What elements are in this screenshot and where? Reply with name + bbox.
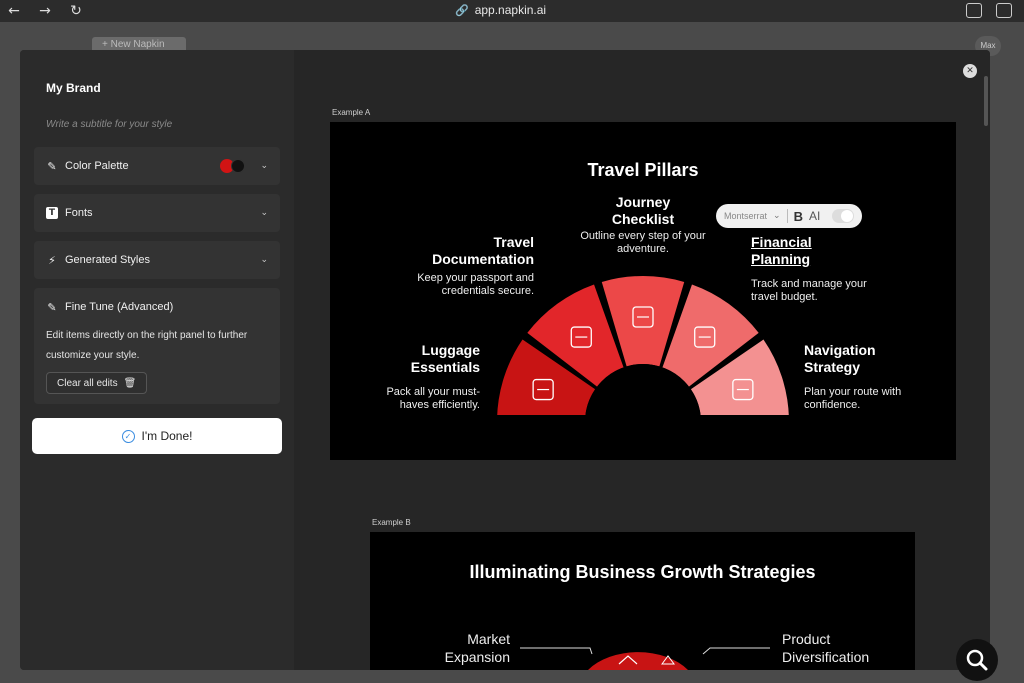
link-icon: 🔗 <box>455 3 469 17</box>
fine-tune-description: Edit items directly on the right panel t… <box>46 330 248 361</box>
item-body-0[interactable]: Pack all your must-haves efficiently. <box>364 386 480 412</box>
style-sidebar: My Brand Write a subtitle for your style… <box>20 50 294 670</box>
font-select[interactable]: Montserrat <box>724 211 767 221</box>
ai-text-button[interactable]: AI <box>809 209 820 223</box>
text-format-toolbar: Montserrat ⌄ B AI <box>716 204 862 228</box>
browser-toolbar: ← → ↻ 🔗 app.napkin.ai <box>0 0 1024 22</box>
brand-style-modal: My Brand Write a subtitle for your style… <box>20 50 990 670</box>
fine-tune-section: ✎ Fine Tune (Advanced) Edit items direct… <box>34 288 280 404</box>
subtitle-input[interactable]: Write a subtitle for your style <box>46 119 172 130</box>
item-head-3[interactable]: Financial Planning <box>751 234 851 268</box>
color-palette-label: Color Palette <box>65 160 129 172</box>
done-label: I'm Done! <box>141 429 193 443</box>
example-a-label: Example A <box>332 108 371 117</box>
example-b-label: Example B <box>372 518 411 527</box>
bold-button[interactable]: B <box>794 209 803 224</box>
item-body-4[interactable]: Plan your route with confidence. <box>804 386 934 412</box>
check-circle-icon: ✓ <box>121 429 135 443</box>
brush-icon: ✎ <box>47 159 57 173</box>
chevron-down-icon[interactable]: ⌄ <box>260 208 268 218</box>
brush-icon: ✎ <box>47 300 57 314</box>
example-a-card[interactable]: Travel Pillars Luggage Essentials Pack a… <box>330 122 956 460</box>
item-body-3[interactable]: Track and manage your travel budget. <box>751 278 871 304</box>
lightning-icon: ⚡ <box>48 253 56 267</box>
generated-styles-section[interactable]: ⚡ Generated Styles ⌄ <box>34 241 280 279</box>
clear-edits-button[interactable]: Clear all edits 🗑 <box>46 372 148 394</box>
preview-panel: Example A Travel Pillars Luggage Essenti… <box>294 50 990 670</box>
reload-icon[interactable]: ↻ <box>67 2 85 20</box>
done-button[interactable]: ✓ I'm Done! <box>32 418 282 454</box>
example-b-card[interactable]: Illuminating Business Growth Strategies … <box>370 532 915 670</box>
item-body-2[interactable]: Outline every step of your adventure. <box>578 230 708 256</box>
item-head-4[interactable]: Navigation Strategy <box>804 342 914 376</box>
forward-icon[interactable]: → <box>36 2 54 20</box>
clear-edits-label: Clear all edits <box>57 377 118 389</box>
close-icon[interactable]: ✕ <box>963 64 977 78</box>
address-bar[interactable]: 🔗 app.napkin.ai <box>455 3 546 17</box>
item-body-1[interactable]: Keep your passport and credentials secur… <box>410 272 534 298</box>
palette-swatch[interactable] <box>220 159 246 173</box>
item-head-0[interactable]: Luggage Essentials <box>370 342 480 376</box>
example-b-arrows <box>520 647 770 670</box>
item-head-1[interactable]: Travel Documentation <box>400 234 534 268</box>
text-icon: T <box>46 207 58 219</box>
generated-styles-label: Generated Styles <box>65 254 150 266</box>
reader-icon[interactable] <box>966 3 982 18</box>
chevron-down-icon[interactable]: ⌄ <box>773 211 781 221</box>
scrollbar[interactable] <box>984 76 988 126</box>
fonts-section[interactable]: T Fonts ⌄ <box>34 194 280 232</box>
fonts-label: Fonts <box>65 207 93 219</box>
search-button[interactable] <box>956 639 998 681</box>
item-head-2[interactable]: Journey Checklist <box>593 194 693 228</box>
search-icon <box>966 649 988 671</box>
chevron-down-icon[interactable]: ⌄ <box>260 255 268 265</box>
url-text: app.napkin.ai <box>474 3 547 17</box>
split-view-icon[interactable] <box>996 3 1012 18</box>
brand-title[interactable]: My Brand <box>46 81 101 95</box>
chevron-down-icon[interactable]: ⌄ <box>260 161 268 171</box>
trash-icon: 🗑 <box>123 377 137 389</box>
style-toggle[interactable] <box>832 209 854 223</box>
back-icon[interactable]: ← <box>5 2 23 20</box>
color-palette-section[interactable]: ✎ Color Palette ⌄ <box>34 147 280 185</box>
fine-tune-label: Fine Tune (Advanced) <box>65 301 174 313</box>
